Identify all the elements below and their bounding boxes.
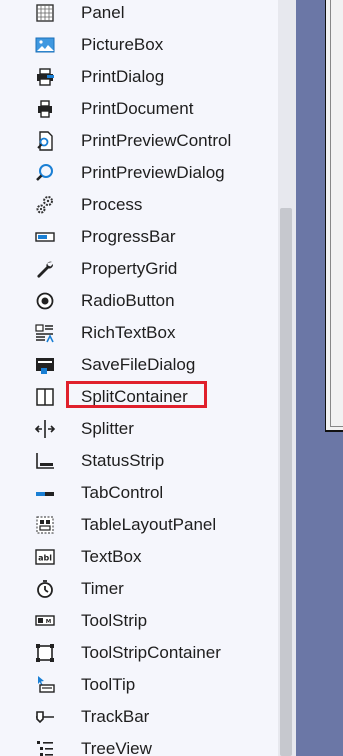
toolbox-item-printpreviewcontrol[interactable]: PrintPreviewControl <box>0 124 278 156</box>
process-icon <box>33 195 57 215</box>
printpreviewcontrol-icon <box>33 131 57 151</box>
toolbox-item-printdocument[interactable]: PrintDocument <box>0 92 278 124</box>
toolbox-item-picturebox[interactable]: PictureBox <box>0 28 278 60</box>
toolbox-item-progressbar[interactable]: ProgressBar <box>0 220 278 252</box>
toolbox-item-label: ToolTip <box>81 675 136 694</box>
form-designer-surface[interactable] <box>325 0 343 432</box>
tooltip-icon <box>33 675 57 695</box>
richtextbox-icon <box>33 323 57 343</box>
toolbox-item-label: PrintDocument <box>81 99 194 118</box>
toolbox-item-radiobutton[interactable]: RadioButton <box>0 284 278 316</box>
scrollbar-thumb[interactable] <box>280 208 292 756</box>
toolbox-item-label: ProgressBar <box>81 227 176 246</box>
panel-icon <box>33 3 57 23</box>
toolbox-item-label: Timer <box>81 579 124 598</box>
printdialog-icon <box>33 67 57 87</box>
toolbox-item-label: PrintDialog <box>81 67 165 86</box>
toolbox-item-splitter[interactable]: Splitter <box>0 412 278 444</box>
toolbox-item-panel[interactable]: Panel <box>0 0 278 28</box>
treeview-icon <box>33 739 57 756</box>
toolbox-item-label: RichTextBox <box>81 323 176 342</box>
toolbox-scrollbar[interactable] <box>278 0 296 756</box>
toolbox-item-label: PrintPreviewControl <box>81 131 232 150</box>
toolbox-list: Panel PictureBox PrintDialog PrintDocument P… <box>0 0 278 756</box>
toolbox-item-process[interactable]: Process <box>0 188 278 220</box>
toolbox-item-printpreviewdialog[interactable]: PrintPreviewDialog <box>0 156 278 188</box>
timer-icon <box>33 579 57 599</box>
toolbox-item-statusstrip[interactable]: StatusStrip <box>0 444 278 476</box>
toolbox-item-label: TreeView <box>81 739 152 756</box>
svg-text:abl: abl <box>38 554 52 563</box>
printdocument-icon <box>33 99 57 119</box>
toolbox-item-label: ToolStrip <box>81 611 148 630</box>
toolbox-item-label: PictureBox <box>81 35 164 54</box>
toolstrip-icon: M <box>33 611 57 631</box>
svg-text:M: M <box>46 619 51 625</box>
toolbox-item-toolstrip[interactable]: M ToolStrip <box>0 604 278 636</box>
splitcontainer-icon <box>33 387 57 407</box>
toolbox-item-propertygrid[interactable]: PropertyGrid <box>0 252 278 284</box>
toolbox-item-splitcontainer[interactable]: SplitContainer <box>0 380 278 412</box>
toolbox-item-label: PrintPreviewDialog <box>81 163 225 182</box>
propertygrid-icon <box>33 259 57 279</box>
toolbox-item-richtextbox[interactable]: RichTextBox <box>0 316 278 348</box>
printpreviewdialog-icon <box>33 163 57 183</box>
toolbox-item-printdialog[interactable]: PrintDialog <box>0 60 278 92</box>
toolbox-panel: Panel PictureBox PrintDialog PrintDocument P… <box>0 0 296 756</box>
tabcontrol-icon <box>33 483 57 503</box>
toolbox-item-trackbar[interactable]: TrackBar <box>0 700 278 732</box>
toolbox-item-label: StatusStrip <box>81 451 165 470</box>
toolbox-item-label: TrackBar <box>81 707 150 726</box>
toolbox-item-treeview[interactable]: TreeView <box>0 732 278 756</box>
toolstripcontainer-icon <box>33 643 57 663</box>
toolbox-item-label: Panel <box>81 3 125 22</box>
toolbox-item-tabcontrol[interactable]: TabControl <box>0 476 278 508</box>
toolbox-item-label: SplitContainer <box>81 387 188 406</box>
form-designer-edge <box>330 0 343 427</box>
trackbar-icon <box>33 707 57 727</box>
toolbox-item-timer[interactable]: Timer <box>0 572 278 604</box>
toolbox-item-savefiledialog[interactable]: SaveFileDialog <box>0 348 278 380</box>
toolbox-item-textbox[interactable]: abl TextBox <box>0 540 278 572</box>
toolbox-item-label: PropertyGrid <box>81 259 178 278</box>
toolbox-item-label: SaveFileDialog <box>81 355 196 374</box>
statusstrip-icon <box>33 451 57 471</box>
splitter-icon <box>33 419 57 439</box>
toolbox-item-label: Splitter <box>81 419 134 438</box>
toolbox-item-label: RadioButton <box>81 291 175 310</box>
textbox-icon: abl <box>33 547 57 567</box>
toolbox-item-label: Process <box>81 195 143 214</box>
toolbox-item-tablelayoutpanel[interactable]: TableLayoutPanel <box>0 508 278 540</box>
toolbox-item-label: ToolStripContainer <box>81 643 221 662</box>
toolbox-item-label: TableLayoutPanel <box>81 515 217 534</box>
radiobutton-icon <box>33 291 57 311</box>
toolbox-item-label: TextBox <box>81 547 142 566</box>
toolbox-item-label: TabControl <box>81 483 164 502</box>
tablelayoutpanel-icon <box>33 515 57 535</box>
picturebox-icon <box>33 35 57 55</box>
progressbar-icon <box>33 227 57 247</box>
toolbox-item-tooltip[interactable]: ToolTip <box>0 668 278 700</box>
toolbox-item-toolstripcontainer[interactable]: ToolStripContainer <box>0 636 278 668</box>
savefiledialog-icon <box>33 355 57 375</box>
